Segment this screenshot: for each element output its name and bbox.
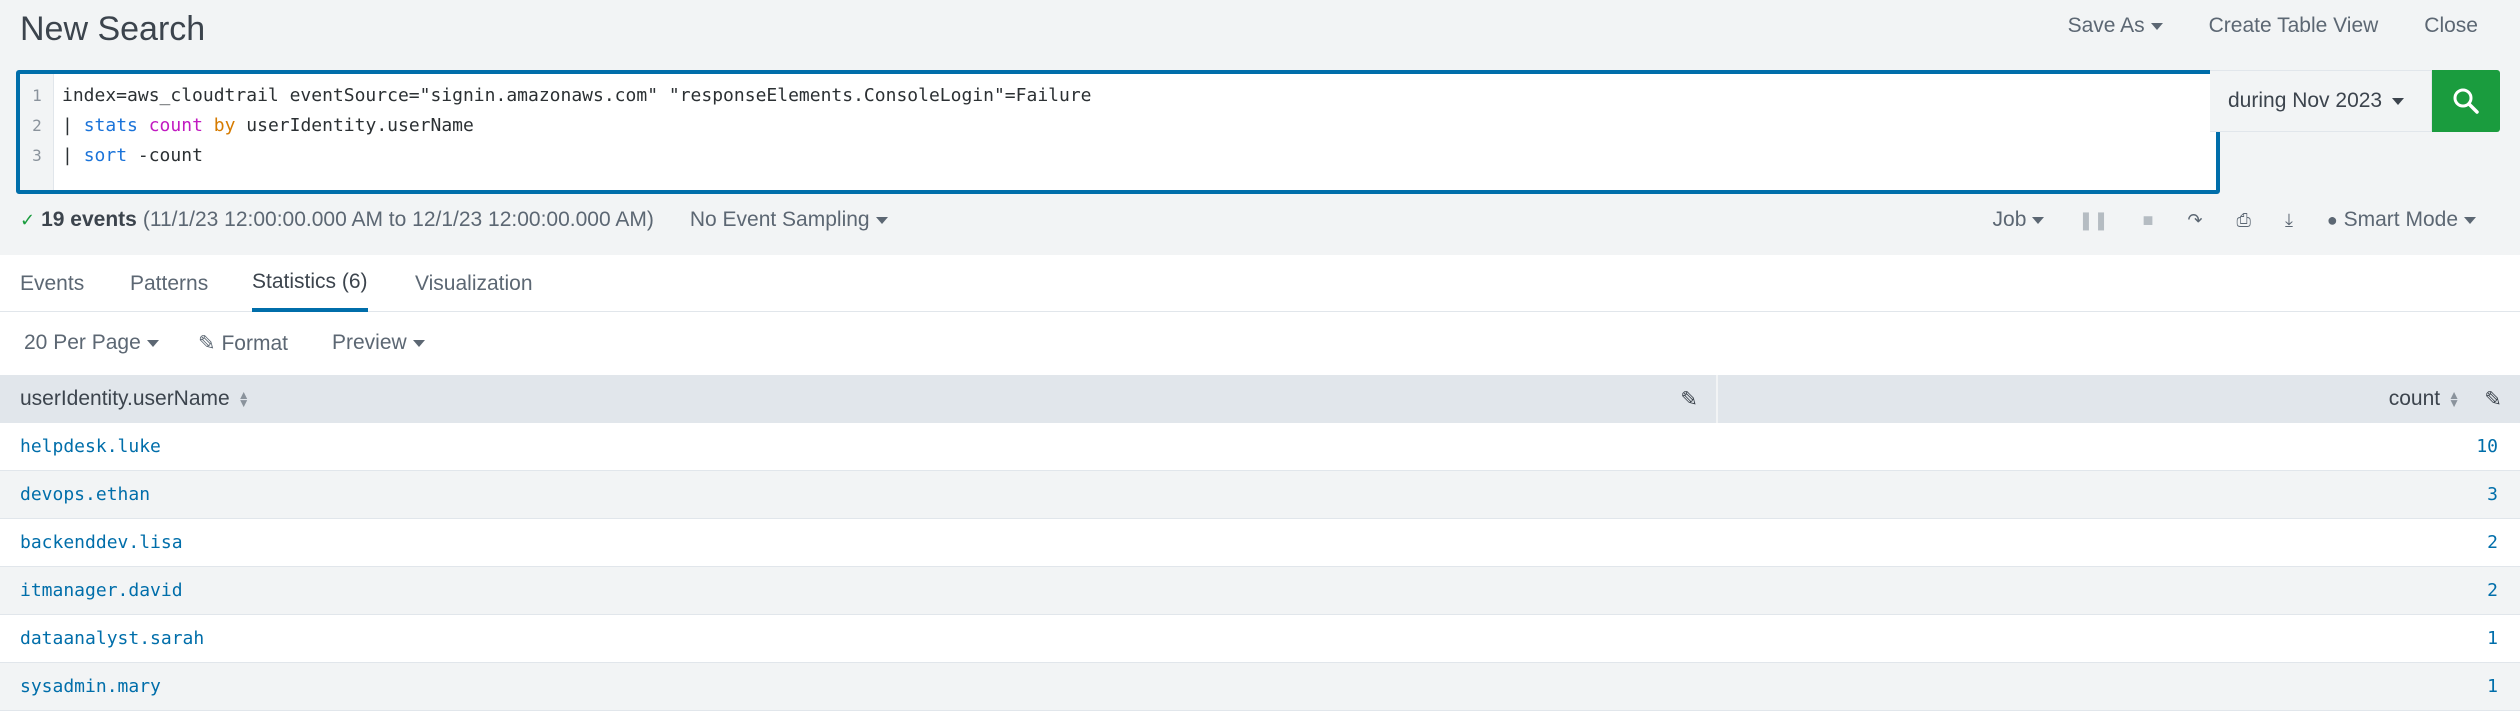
print-icon[interactable]: ⎙ xyxy=(2237,210,2251,231)
caret-down-icon xyxy=(146,339,159,347)
tab-events[interactable]: Events xyxy=(20,256,84,312)
page-title: New Search xyxy=(20,10,206,48)
results-options-bar: 20 Per Page ✎ Format Preview xyxy=(0,312,2520,374)
sort-icon[interactable]: ▲ ▼ xyxy=(238,389,250,409)
search-button[interactable] xyxy=(2432,70,2500,132)
export-icon[interactable]: ⤓ xyxy=(2285,210,2293,231)
close-button[interactable]: Close xyxy=(2424,14,2478,38)
per-page-label: 20 Per Page xyxy=(24,331,141,354)
username-cell[interactable]: backenddev.lisa xyxy=(0,532,1718,553)
username-cell[interactable]: helpdesk.luke xyxy=(0,436,1718,457)
results-tabs: Events Patterns Statistics (6) Visualiza… xyxy=(0,256,2520,312)
table-header: userIdentity.userName ▲ ▼ ✎ count ▲ ▼ ✎ xyxy=(0,375,2520,423)
statistics-table: userIdentity.userName ▲ ▼ ✎ count ▲ ▼ ✎ he… xyxy=(0,375,2520,711)
search-mode-dropdown[interactable]: ● Smart Mode xyxy=(2327,208,2476,232)
pause-icon[interactable]: ❚❚ xyxy=(2078,210,2108,231)
line-number: 3 xyxy=(32,145,42,165)
query-token: stats xyxy=(83,114,138,136)
search-query-editor[interactable]: 1 index=aws_cloudtrail eventSource="signi… xyxy=(16,70,2220,194)
column-header-count[interactable]: count ▲ ▼ ✎ xyxy=(1718,375,2520,423)
job-menu[interactable]: Job xyxy=(1993,208,2045,232)
edit-column-icon[interactable]: ✎ xyxy=(2484,387,2502,412)
query-token: userIdentity.userName xyxy=(235,114,474,136)
column-header-username[interactable]: userIdentity.userName ▲ ▼ ✎ xyxy=(0,375,1718,423)
username-cell[interactable]: sysadmin.mary xyxy=(0,676,1718,697)
query-token: | xyxy=(62,144,84,166)
query-token xyxy=(203,115,214,136)
save-as-label: Save As xyxy=(2067,14,2145,37)
query-token: index=aws_cloudtrail eventSource="signin… xyxy=(62,84,1092,106)
create-table-view-button[interactable]: Create Table View xyxy=(2209,14,2379,38)
tab-patterns[interactable]: Patterns xyxy=(130,256,208,312)
top-actions: Save As Create Table View Close xyxy=(2068,14,2478,38)
line-number: 2 xyxy=(32,115,42,135)
query-text: | stats count by userIdentity.userName xyxy=(54,115,474,136)
sort-icon[interactable]: ▲ ▼ xyxy=(2448,389,2460,409)
table-row: backenddev.lisa 2 xyxy=(0,519,2520,567)
caret-down-icon xyxy=(412,339,425,347)
job-label: Job xyxy=(1992,208,2027,231)
format-label: Format xyxy=(221,331,288,355)
count-cell[interactable]: 1 xyxy=(1718,676,2520,697)
query-line[interactable]: 2 | stats count by userIdentity.userName xyxy=(20,110,474,140)
table-row: sysadmin.mary 1 xyxy=(0,663,2520,711)
query-text: index=aws_cloudtrail eventSource="signin… xyxy=(54,85,1092,106)
count-cell[interactable]: 3 xyxy=(1718,484,2520,505)
query-token: sort xyxy=(83,144,128,166)
query-line[interactable]: 1 index=aws_cloudtrail eventSource="signi… xyxy=(20,80,1092,110)
count-cell[interactable]: 1 xyxy=(1718,628,2520,649)
time-range-picker[interactable]: during Nov 2023 xyxy=(2210,70,2432,132)
table-row: devops.ethan 3 xyxy=(0,471,2520,519)
table-body: helpdesk.luke 10 devops.ethan 3 backenddev.l… xyxy=(0,423,2520,711)
query-token: -count xyxy=(127,144,203,166)
time-range-text: (11/1/23 12:00:00.000 AM to 12/1/23 12:0… xyxy=(142,208,654,231)
count-cell[interactable]: 2 xyxy=(1718,532,2520,553)
table-row: itmanager.david 2 xyxy=(0,567,2520,615)
query-token xyxy=(138,115,149,136)
preview-dropdown[interactable]: Preview xyxy=(332,331,425,355)
username-cell[interactable]: itmanager.david xyxy=(0,580,1718,601)
query-token: by xyxy=(213,114,236,136)
query-line[interactable]: 3 | sort -count xyxy=(20,140,203,170)
share-icon[interactable]: ↷ xyxy=(2187,210,2202,231)
count-cell[interactable]: 2 xyxy=(1718,580,2520,601)
caret-down-icon xyxy=(2464,216,2476,224)
username-cell[interactable]: dataanalyst.sarah xyxy=(0,628,1718,649)
username-cell[interactable]: devops.ethan xyxy=(0,484,1718,505)
column-label: count xyxy=(2388,387,2441,410)
preview-label: Preview xyxy=(332,331,407,354)
pencil-icon: ✎ xyxy=(198,331,216,355)
job-toolbar: Job ❚❚ ■ ↷ ⎙ ⤓ ● Smart Mode xyxy=(1993,208,2476,232)
per-page-dropdown[interactable]: 20 Per Page xyxy=(24,331,159,355)
search-icon xyxy=(2453,88,2479,114)
caret-down-icon xyxy=(2032,216,2045,224)
count-cell[interactable]: 10 xyxy=(1718,436,2520,457)
column-label: userIdentity.userName xyxy=(20,387,230,410)
event-sampling-dropdown[interactable]: No Event Sampling xyxy=(690,208,888,232)
event-sampling-label: No Event Sampling xyxy=(689,208,870,231)
query-token: count xyxy=(148,114,203,136)
tab-visualization[interactable]: Visualization xyxy=(415,256,533,312)
caret-down-icon xyxy=(2392,97,2405,105)
job-status: ✓ 19 events (11/1/23 12:00:00.000 AM to … xyxy=(20,208,888,232)
time-range-label: during Nov 2023 xyxy=(2228,89,2383,112)
top-area: New Search Save As Create Table View Clo… xyxy=(0,0,2520,255)
search-mode-label: Smart Mode xyxy=(2343,208,2458,231)
check-icon: ✓ xyxy=(20,209,36,230)
query-token: | xyxy=(62,114,84,136)
table-row: helpdesk.luke 10 xyxy=(0,423,2520,471)
caret-down-icon xyxy=(875,216,888,224)
caret-down-icon xyxy=(2150,22,2163,30)
stop-icon[interactable]: ■ xyxy=(2143,210,2154,231)
edit-column-icon[interactable]: ✎ xyxy=(1680,387,1698,412)
save-as-button[interactable]: Save As xyxy=(2068,14,2163,38)
table-row: dataanalyst.sarah 1 xyxy=(0,615,2520,663)
format-button[interactable]: ✎ Format xyxy=(198,331,288,356)
line-number: 1 xyxy=(32,85,42,105)
query-text: | sort -count xyxy=(54,145,203,166)
event-count: 19 events xyxy=(41,208,137,231)
bulb-icon: ● xyxy=(2326,210,2338,230)
tab-statistics[interactable]: Statistics (6) xyxy=(252,256,368,312)
